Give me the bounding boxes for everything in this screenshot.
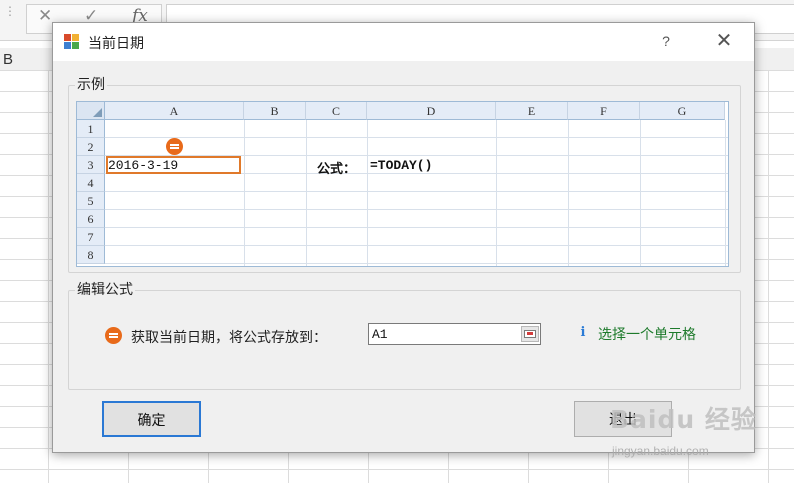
preview-col-g: G xyxy=(640,102,725,120)
example-preview-sheet: A B C D E F G 1 2 3 4 5 6 7 8 2016-3-19 … xyxy=(76,101,729,267)
range-select-icon[interactable] xyxy=(521,326,539,342)
watermark-url: jingyan.baidu.com xyxy=(612,444,709,458)
select-all-corner xyxy=(77,102,105,120)
step-marker-icon xyxy=(105,327,122,344)
preview-col-f: F xyxy=(568,102,640,120)
preview-row-4: 4 xyxy=(77,174,105,192)
preview-cell-d3: =TODAY() xyxy=(370,158,433,173)
close-button[interactable]: ✕ xyxy=(713,29,735,51)
preview-col-a: A xyxy=(105,102,244,120)
baidu-watermark: Baidu 经验 jingyan.baidu.com xyxy=(598,396,788,466)
preview-row-7: 7 xyxy=(77,228,105,246)
preview-col-e: E xyxy=(496,102,568,120)
step-marker-icon xyxy=(166,138,183,155)
current-date-dialog: 当前日期 ? ✕ 示例 A B C D E F G 1 2 3 4 5 6 7 … xyxy=(52,22,755,453)
target-cell-input[interactable]: A1 xyxy=(368,323,541,345)
target-cell-label: 获取当前日期，将公式存放到： xyxy=(131,330,327,346)
preview-row-2: 2 xyxy=(77,138,105,156)
dialog-title: 当前日期 xyxy=(88,36,144,52)
preview-row-5: 5 xyxy=(77,192,105,210)
preview-row-1: 1 xyxy=(77,120,105,138)
info-icon: i xyxy=(580,325,586,340)
preview-cell-c3: 公式： xyxy=(317,162,357,177)
example-group-label: 示例 xyxy=(75,74,107,94)
dialog-titlebar[interactable]: 当前日期 ? ✕ xyxy=(53,23,754,61)
preview-row-3: 3 xyxy=(77,156,105,174)
preview-cell-a3: 2016-3-19 xyxy=(108,158,179,173)
preview-col-d: D xyxy=(367,102,496,120)
grip-handle-icon: ⋮ xyxy=(4,4,16,18)
app-icon xyxy=(64,34,80,50)
column-header-b[interactable]: B xyxy=(3,51,13,68)
help-button[interactable]: ? xyxy=(656,31,676,51)
edit-formula-group-label: 编辑公式 xyxy=(75,279,135,299)
ok-button[interactable]: 确定 xyxy=(102,401,201,437)
select-cell-hint: 选择一个单元格 xyxy=(598,327,696,343)
watermark-logo-text: Baidu 经验 xyxy=(610,405,757,434)
preview-row-6: 6 xyxy=(77,210,105,228)
preview-col-c: C xyxy=(306,102,367,120)
close-icon[interactable]: ✕ xyxy=(38,6,52,26)
preview-col-b: B xyxy=(244,102,306,120)
preview-row-8: 8 xyxy=(77,246,105,264)
preview-cells xyxy=(105,120,728,266)
